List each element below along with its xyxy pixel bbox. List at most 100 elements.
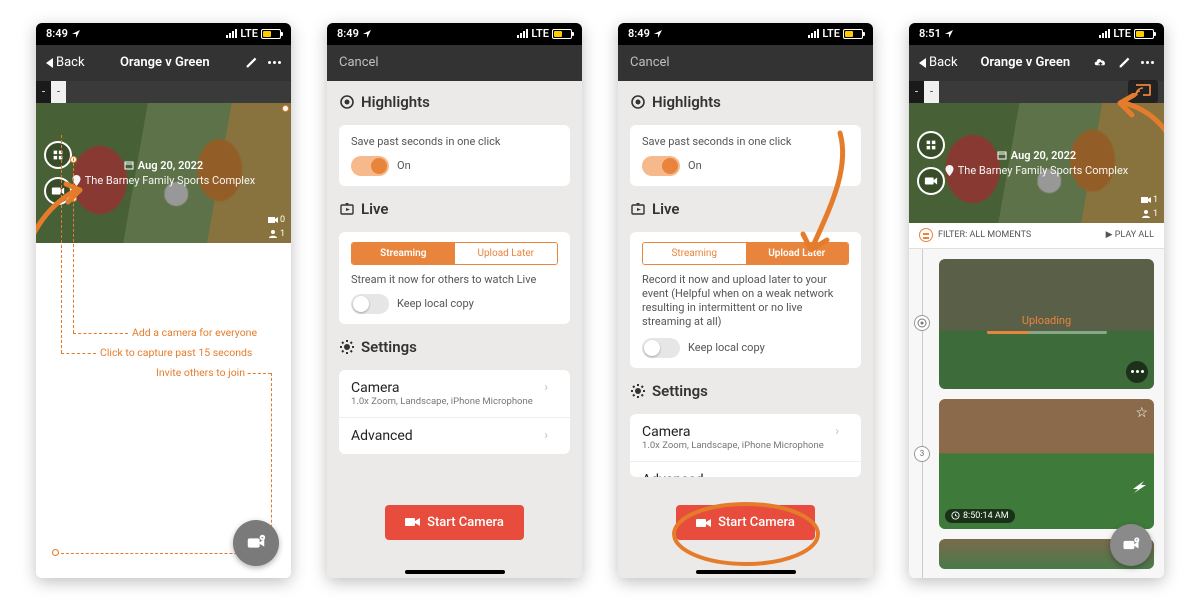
target-icon [339,94,355,110]
moment-card[interactable]: ☆ 8:50:14 AM [939,399,1154,529]
keep-local-toggle[interactable] [642,338,680,358]
capture-highlight-button[interactable] [917,131,945,159]
carrier-label: LTE [240,27,258,40]
cancel-button[interactable]: Cancel [630,55,670,70]
status-bar: 8:51 LTE [909,23,1164,45]
carrier-label: LTE [1113,27,1131,40]
share-icon[interactable] [1132,479,1148,499]
highlights-desc: Save past seconds in one click [351,135,558,148]
toggle-label: On [688,159,849,172]
settings-list: Camera 1.0x Zoom, Landscape, iPhone Micr… [339,370,570,454]
streaming-tab[interactable]: Streaming [643,243,746,264]
star-icon[interactable]: ☆ [1135,405,1148,421]
streaming-tab[interactable]: Streaming [352,243,455,264]
live-desc: Record it now and upload later to your e… [642,273,849,330]
event-date: Aug 20, 2022 [997,149,1076,162]
settings-section-title: Settings [630,382,861,400]
score-home: - [909,81,924,103]
live-mode-segment[interactable]: Streaming Upload Later [642,242,849,265]
home-indicator [696,570,796,573]
camera-label: Camera [642,424,849,440]
more-icon[interactable] [1141,61,1154,64]
settings-list: Camera 1.0x Zoom, Landscape, iPhone Micr… [630,414,861,478]
camera-icon [696,517,712,529]
hero-stats: 0 1 [268,215,285,239]
start-camera-button[interactable]: Start Camera [385,505,524,540]
live-mode-segment[interactable]: Streaming Upload Later [351,242,558,265]
moment-card-uploading[interactable]: Uploading [939,259,1154,389]
status-time: 8:49 [337,27,359,40]
battery-icon [843,29,863,39]
highlights-toggle[interactable] [642,156,680,176]
keep-local-toggle[interactable] [351,294,389,314]
play-all-button[interactable]: ▶ PLAY ALL [1106,230,1154,240]
back-label: Back [56,55,85,70]
cast-button[interactable] [1128,80,1158,103]
chevron-right-icon: › [835,472,839,478]
score-home: - [36,81,51,103]
chevron-right-icon: › [544,380,548,394]
location-arrow-icon [71,29,81,39]
upload-cloud-icon[interactable] [1093,56,1108,69]
event-hero: Aug 20, 2022 The Barney Family Sports Co… [909,103,1164,223]
gear-icon [630,383,646,399]
location-arrow-icon [653,29,663,39]
fab-camera[interactable]: + [1110,524,1152,566]
status-bar: 8:49 LTE [327,23,582,45]
nav-header: Back Orange v Green [36,45,291,81]
pin-icon [945,165,954,176]
score-strip: - - [909,81,1164,103]
location-arrow-icon [944,29,954,39]
status-bar: 8:49 LTE [36,23,291,45]
gear-icon [339,339,355,355]
highlights-toggle[interactable] [351,156,389,176]
camera-settings-item[interactable]: Camera 1.0x Zoom, Landscape, iPhone Micr… [339,370,570,418]
filter-button[interactable]: FILTER: ALL MOMENTS [919,228,1031,242]
keep-local-label: Keep local copy [688,341,849,354]
settings-body: Highlights Save past seconds in one clic… [618,81,873,578]
filter-bar: FILTER: ALL MOMENTS ▶ PLAY ALL [909,223,1164,249]
live-desc: Stream it now for others to watch Live [351,273,558,286]
cast-icon [1134,83,1152,97]
clock-icon [951,511,960,520]
chevron-left-icon [46,58,53,68]
fab-camera[interactable]: + [233,520,279,566]
advanced-settings-item[interactable]: Advanced › [339,418,570,454]
moments-body: 3 Uploading ☆ 8:50:14 AM [909,249,1164,578]
live-section-title: Live [630,200,861,218]
back-button[interactable]: Back [46,55,85,70]
more-icon[interactable] [268,61,281,64]
upload-status: Uploading [987,314,1107,334]
moment-timestamp: 8:50:14 AM [945,509,1015,523]
timeline-node-count[interactable]: 3 [914,446,930,462]
back-button[interactable]: Back [919,55,958,70]
add-camera-button[interactable] [917,167,945,195]
start-camera-button[interactable]: Start Camera [676,505,815,540]
pencil-icon[interactable] [245,56,258,69]
camera-settings-item[interactable]: Camera 1.0x Zoom, Landscape, iPhone Micr… [630,414,861,462]
capture-highlight-button[interactable] [44,141,72,169]
annot-node-bl [52,549,59,556]
cancel-button[interactable]: Cancel [339,55,379,70]
highlights-card: Save past seconds in one click On [339,125,570,186]
pencil-icon[interactable] [1118,56,1131,69]
annot-node-invite-top [282,105,289,112]
hero-overlay: Aug 20, 2022 The Barney Family Sports Co… [909,103,1164,223]
upload-later-tab[interactable]: Upload Later [455,243,558,264]
signal-icon [226,29,237,38]
event-title: Orange v Green [964,55,1087,70]
highlights-card: Save past seconds in one click On [630,125,861,186]
upload-later-tab[interactable]: Upload Later [746,243,849,264]
moment-more-button[interactable] [1126,361,1148,383]
modal-header: Cancel [618,45,873,81]
keep-local-label: Keep local copy [397,297,558,310]
timeline-node-target[interactable] [914,315,930,331]
svg-text:+: + [261,536,264,541]
annot-label-invite: Invite others to join [154,366,247,379]
start-camera-label: Start Camera [427,515,504,530]
toggle-label: On [397,159,558,172]
chevron-right-icon: › [544,428,548,442]
upload-progress [987,331,1107,334]
battery-icon [1134,29,1154,39]
advanced-settings-item[interactable]: Advanced › [630,462,861,478]
